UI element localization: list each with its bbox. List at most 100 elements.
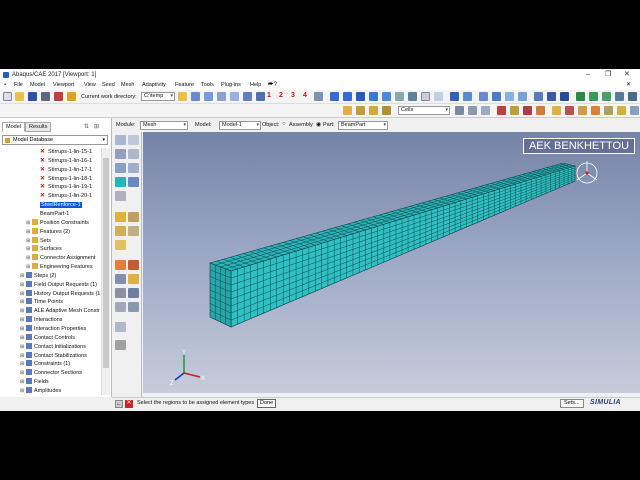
- tree-item[interactable]: ⊞ Sets: [26, 236, 51, 246]
- tab-results[interactable]: Results: [25, 122, 52, 132]
- view-3-button[interactable]: 3: [291, 92, 295, 99]
- perspective-icon[interactable]: [382, 92, 391, 101]
- tree-item[interactable]: ⊞ Constraints (1): [20, 360, 70, 369]
- select-icon[interactable]: [191, 92, 200, 101]
- tree-item[interactable]: ✕ Stirrups-1-lin-17-1: [40, 166, 92, 175]
- virtual-topology-icon[interactable]: [115, 226, 126, 236]
- translate-icon[interactable]: [589, 92, 598, 101]
- menu-viewport[interactable]: Viewport: [53, 81, 74, 90]
- mesh-region-icon[interactable]: [128, 177, 139, 187]
- model-database-select[interactable]: Model Database ▾: [2, 135, 108, 145]
- color-code-icon[interactable]: [450, 92, 459, 101]
- tree-item[interactable]: ⊞ Connector Assignment: [26, 254, 95, 263]
- expand-icon[interactable]: ⊞: [26, 245, 31, 254]
- tree-item[interactable]: ⊞ Field Output Requests (1): [20, 280, 97, 290]
- manager-icon[interactable]: [115, 302, 126, 312]
- tree-item[interactable]: ⊞ Contact Controls: [20, 333, 75, 343]
- tree-item[interactable]: ⊞ Connector Sections: [20, 369, 82, 378]
- datum-plane-icon[interactable]: [128, 260, 139, 270]
- query-tool-icon[interactable]: [128, 302, 139, 312]
- expand-icon[interactable]: ⊞: [26, 228, 31, 237]
- tree-item[interactable]: ✕ Stirrups-1-lin-20-1: [40, 192, 92, 201]
- view-4-button[interactable]: 4: [303, 92, 307, 99]
- tree-item[interactable]: ✕ Stirrups-1-lin-19-1: [40, 183, 92, 192]
- arrow-icon[interactable]: [576, 92, 585, 101]
- model-select[interactable]: Model-1 ▾: [219, 121, 261, 130]
- expand-icon[interactable]: ⊞: [26, 219, 31, 228]
- axis-icon[interactable]: [256, 92, 265, 101]
- new-file-icon[interactable]: [3, 92, 12, 101]
- display-group-icon[interactable]: [356, 106, 365, 115]
- reference-icon[interactable]: [115, 322, 126, 332]
- window-menu-icon[interactable]: ▪: [4, 81, 6, 90]
- query-icon[interactable]: [421, 92, 430, 101]
- reset-colors-icon[interactable]: [617, 106, 626, 115]
- filter-icon[interactable]: [455, 106, 464, 115]
- color-icon[interactable]: [565, 106, 574, 115]
- print-icon[interactable]: [41, 92, 50, 101]
- expand-icon[interactable]: ⊞: [26, 237, 31, 246]
- expand-icon[interactable]: ⊞: [20, 298, 25, 307]
- view-cube-icon[interactable]: [572, 158, 602, 188]
- part-display-icon[interactable]: [343, 106, 352, 115]
- expand-icon[interactable]: ⊞: [20, 343, 25, 352]
- feature-icon[interactable]: [67, 92, 76, 101]
- show-all-icon[interactable]: [552, 106, 561, 115]
- tree-options-icon[interactable]: ⊞: [94, 123, 99, 130]
- menu-tools[interactable]: Tools: [201, 81, 214, 90]
- mesh-part-icon[interactable]: [115, 177, 126, 187]
- tree-item[interactable]: ⊞ History Output Requests (1): [20, 289, 100, 299]
- tree-item[interactable]: ✕ Stirrups-1-lin-18-1: [40, 175, 92, 184]
- tree-item[interactable]: ⊞ Contact Stabilizations: [20, 351, 87, 361]
- tree-item[interactable]: ⊞ ALE Adaptive Mesh Constr: [20, 307, 100, 316]
- tab-model[interactable]: Model: [2, 122, 25, 132]
- work-dir-field[interactable]: C:\temp ▾: [141, 92, 175, 101]
- expand-icon[interactable]: ⊞: [20, 360, 25, 369]
- render-wireframe-icon[interactable]: [330, 92, 339, 101]
- module-select[interactable]: Mesh ▾: [140, 121, 188, 130]
- create-datum-icon[interactable]: [115, 260, 126, 270]
- delete-mesh-icon[interactable]: [115, 191, 126, 201]
- cancel-icon[interactable]: ✕: [125, 400, 133, 408]
- tree-item[interactable]: ⊞ Interaction Properties: [20, 325, 86, 334]
- tree-item[interactable]: ⊞ Surfaces: [26, 245, 62, 254]
- select-box-icon[interactable]: [481, 106, 490, 115]
- axis-tool-icon[interactable]: [128, 288, 139, 298]
- element-type-icon[interactable]: [128, 163, 139, 173]
- expand-icon[interactable]: ⊞: [26, 254, 31, 263]
- tree-item[interactable]: ⊞ Steps (2): [20, 271, 56, 281]
- magnify-icon[interactable]: [243, 92, 252, 101]
- view-options-icon[interactable]: [314, 92, 323, 101]
- create-display-group-icon[interactable]: [369, 106, 378, 115]
- front-view-icon[interactable]: [479, 92, 488, 101]
- edit-mesh-icon[interactable]: [128, 226, 139, 236]
- iso-view-icon[interactable]: [463, 92, 472, 101]
- tree-item[interactable]: ⊞ Fields: [20, 378, 49, 387]
- tree-item[interactable]: ⊞ Engineering Features: [26, 263, 93, 272]
- assembly-radio[interactable]: ○: [282, 121, 286, 127]
- select-entities-icon[interactable]: [468, 106, 477, 115]
- menu-help[interactable]: Help: [250, 81, 261, 90]
- back-view-icon[interactable]: [492, 92, 501, 101]
- save-icon[interactable]: [28, 92, 37, 101]
- partition-cell-icon[interactable]: [128, 212, 139, 222]
- tree-filter-icon[interactable]: ⇅: [84, 123, 89, 130]
- sets-button[interactable]: Sets...: [560, 399, 584, 408]
- view-cut-icon[interactable]: [408, 92, 417, 101]
- part-radio[interactable]: ◉: [316, 121, 321, 128]
- expand-icon[interactable]: ⊞: [20, 272, 25, 281]
- view-2-button[interactable]: 2: [279, 92, 283, 99]
- seed-part-icon[interactable]: [115, 135, 126, 145]
- seed-bias-icon[interactable]: [115, 149, 126, 159]
- help-cursor-icon[interactable]: ⮫?: [268, 81, 277, 90]
- rotate-icon[interactable]: [230, 92, 239, 101]
- zoom-view-icon[interactable]: [615, 92, 624, 101]
- menu-view[interactable]: View: [84, 81, 96, 90]
- close-viewport-icon[interactable]: ✕: [626, 81, 631, 90]
- view-1-button[interactable]: 1: [267, 92, 271, 99]
- tree-item[interactable]: BeamPart-1: [40, 210, 69, 219]
- pan-icon[interactable]: [217, 92, 226, 101]
- tree-item[interactable]: ⊞ Features (2): [26, 227, 70, 237]
- render-filled-icon[interactable]: [369, 92, 378, 101]
- palette-icon[interactable]: [604, 106, 613, 115]
